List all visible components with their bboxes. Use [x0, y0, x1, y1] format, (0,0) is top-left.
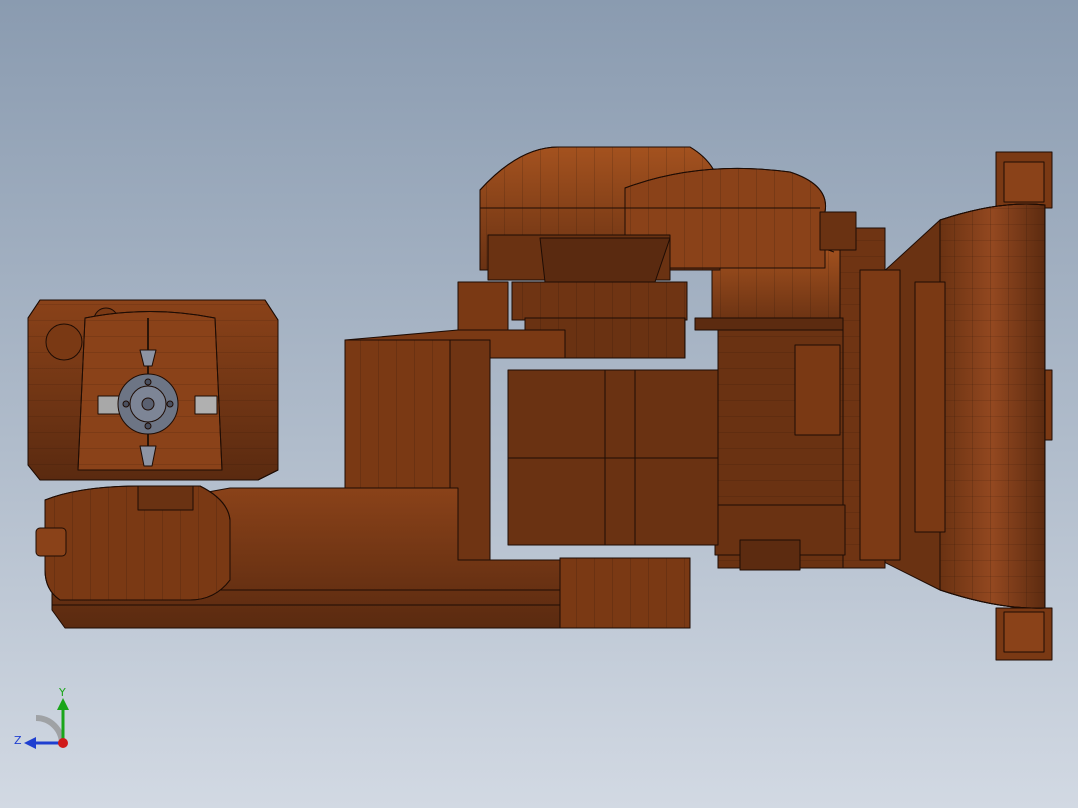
z-axis-arrow	[24, 737, 36, 749]
z-axis-label: Z	[14, 734, 22, 747]
robot-arm-model[interactable]	[0, 0, 1078, 808]
cad-viewport[interactable]: Y Z	[0, 0, 1078, 808]
base-flange	[879, 151, 1053, 661]
y-axis-label: Y	[58, 686, 66, 699]
axis-triad: Y Z	[14, 686, 69, 749]
x-axis-dot	[58, 738, 68, 748]
y-axis-arrow	[57, 698, 69, 710]
triad-arc	[35, 715, 65, 745]
